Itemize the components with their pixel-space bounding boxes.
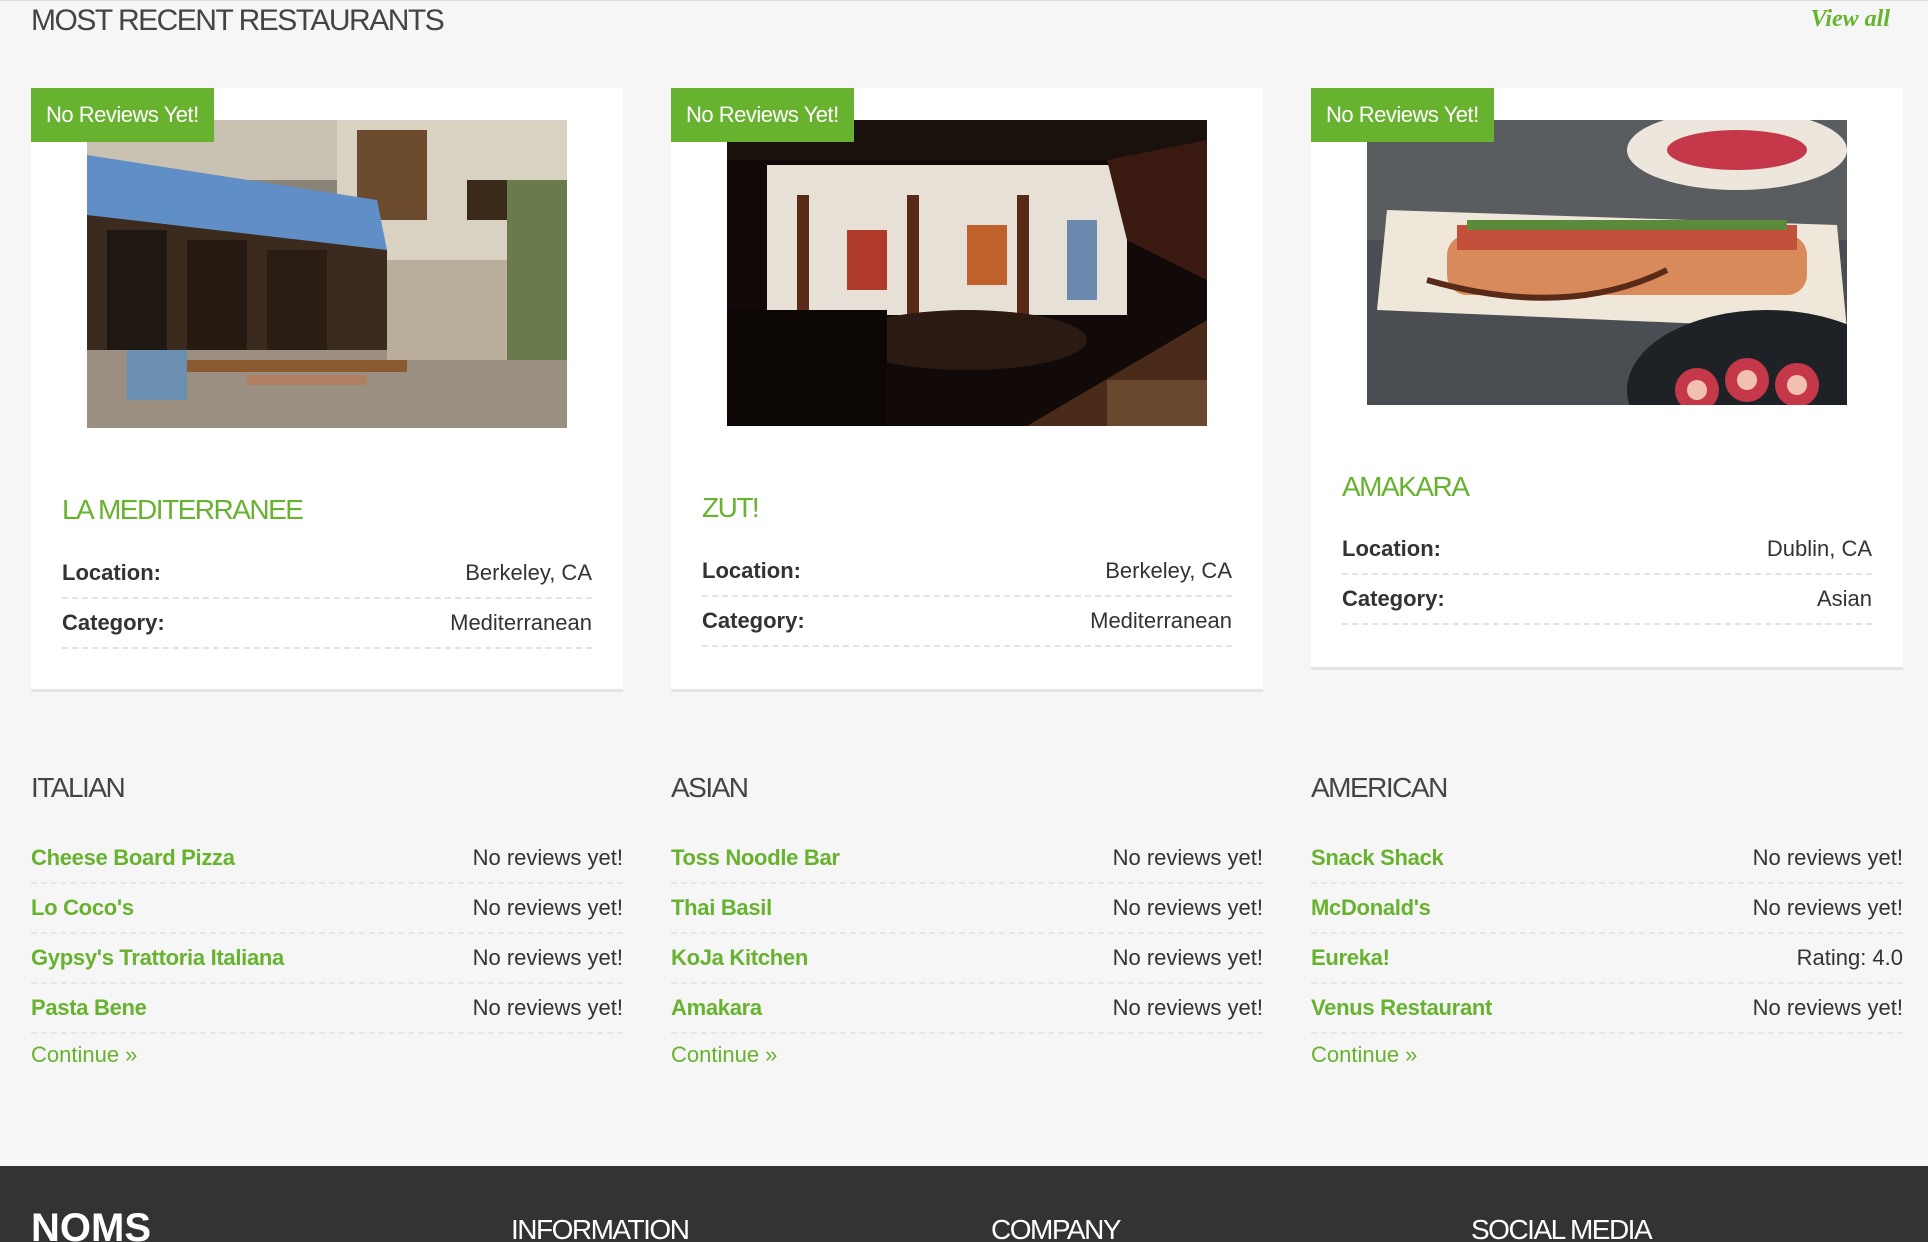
recent-restaurants-heading: MOST RECENT RESTAURANTS — [31, 4, 445, 37]
category-italian: ITALIAN Cheese Board Pizza No reviews ye… — [31, 772, 623, 1068]
continue-link[interactable]: Continue » — [1311, 1042, 1903, 1068]
restaurant-list: Cheese Board Pizza No reviews yet! Lo Co… — [31, 834, 623, 1034]
restaurant-card[interactable]: No Reviews Yet! ZUT! Location: Berkeley,… — [671, 88, 1263, 692]
footer-heading-company: COMPANY — [991, 1214, 1122, 1242]
category-row: Category: Mediterranean — [702, 597, 1232, 647]
location-label: Location: — [702, 558, 801, 583]
no-reviews-badge: No Reviews Yet! — [1311, 88, 1494, 142]
category-american: AMERICAN Snack Shack No reviews yet! McD… — [1311, 772, 1903, 1068]
footer-heading-information: INFORMATION — [511, 1214, 690, 1242]
location-row: Location: Berkeley, CA — [702, 547, 1232, 597]
dining-room-image — [727, 120, 1207, 426]
review-status: No reviews yet! — [472, 845, 623, 870]
restaurant-link[interactable]: Thai Basil — [671, 895, 772, 921]
location-row: Location: Dublin, CA — [1342, 525, 1872, 575]
location-value: Dublin, CA — [1766, 536, 1872, 561]
category-value: Asian — [1816, 586, 1872, 611]
review-status: No reviews yet! — [1112, 845, 1263, 870]
restaurant-link[interactable]: Eureka! — [1311, 945, 1390, 971]
restaurant-link[interactable]: Cheese Board Pizza — [31, 845, 235, 871]
review-status: No reviews yet! — [1112, 945, 1263, 970]
restaurant-link[interactable]: Toss Noodle Bar — [671, 845, 840, 871]
restaurant-meta: Location: Berkeley, CA Category: Mediter… — [702, 547, 1232, 647]
restaurant-card[interactable]: No Reviews Yet! LA MEDITERRANEE Location… — [31, 88, 623, 692]
restaurant-meta: Location: Berkeley, CA Category: Mediter… — [62, 549, 592, 649]
restaurant-link[interactable]: KoJa Kitchen — [671, 945, 808, 971]
list-item: Pasta Bene No reviews yet! — [31, 984, 623, 1034]
continue-link[interactable]: Continue » — [31, 1042, 623, 1068]
no-reviews-badge: No Reviews Yet! — [671, 88, 854, 142]
review-status: No reviews yet! — [472, 895, 623, 920]
restaurant-name[interactable]: LA MEDITERRANEE — [62, 494, 304, 526]
footer-logo[interactable]: NOMS — [31, 1206, 151, 1242]
category-row: Category: Asian — [1342, 575, 1872, 625]
restaurant-link[interactable]: McDonald's — [1311, 895, 1431, 921]
review-status: No reviews yet! — [1752, 995, 1903, 1020]
restaurant-card[interactable]: No Reviews Yet! AMAKARA Location: Dublin… — [1311, 88, 1903, 670]
location-label: Location: — [62, 560, 161, 585]
restaurant-name[interactable]: ZUT! — [702, 492, 760, 524]
restaurant-link[interactable]: Pasta Bene — [31, 995, 147, 1021]
no-reviews-badge: No Reviews Yet! — [31, 88, 214, 142]
restaurant-name[interactable]: AMAKARA — [1342, 471, 1470, 503]
review-status: Rating: 4.0 — [1796, 945, 1903, 970]
review-status: No reviews yet! — [1752, 895, 1903, 920]
review-status: No reviews yet! — [472, 995, 623, 1020]
category-label: Category: — [1342, 586, 1445, 611]
restaurant-meta: Location: Dublin, CA Category: Asian — [1342, 525, 1872, 625]
location-row: Location: Berkeley, CA — [62, 549, 592, 599]
category-title: AMERICAN — [1311, 772, 1448, 803]
category-value: Mediterranean — [1090, 608, 1232, 633]
restaurant-link[interactable]: Snack Shack — [1311, 845, 1444, 871]
location-label: Location: — [1342, 536, 1441, 561]
list-item: Toss Noodle Bar No reviews yet! — [671, 834, 1263, 884]
location-value: Berkeley, CA — [1105, 558, 1232, 583]
review-status: No reviews yet! — [1112, 995, 1263, 1020]
list-item: Cheese Board Pizza No reviews yet! — [31, 834, 623, 884]
continue-link[interactable]: Continue » — [671, 1042, 1263, 1068]
list-item: Amakara No reviews yet! — [671, 984, 1263, 1034]
category-asian: ASIAN Toss Noodle Bar No reviews yet! Th… — [671, 772, 1263, 1068]
list-item: KoJa Kitchen No reviews yet! — [671, 934, 1263, 984]
restaurant-link[interactable]: Venus Restaurant — [1311, 995, 1492, 1021]
list-item: Venus Restaurant No reviews yet! — [1311, 984, 1903, 1034]
restaurant-list: Snack Shack No reviews yet! McDonald's N… — [1311, 834, 1903, 1034]
restaurant-photo[interactable] — [1367, 120, 1847, 405]
restaurant-link[interactable]: Lo Coco's — [31, 895, 134, 921]
category-title: ITALIAN — [31, 772, 126, 803]
category-label: Category: — [702, 608, 805, 633]
restaurant-list: Toss Noodle Bar No reviews yet! Thai Bas… — [671, 834, 1263, 1034]
view-all-link[interactable]: View all — [1811, 6, 1890, 33]
list-item: Eureka! Rating: 4.0 — [1311, 934, 1903, 984]
category-value: Mediterranean — [450, 610, 592, 635]
list-item: McDonald's No reviews yet! — [1311, 884, 1903, 934]
restaurant-link[interactable]: Gypsy's Trattoria Italiana — [31, 945, 284, 971]
top-divider — [0, 0, 1928, 1]
list-item: Snack Shack No reviews yet! — [1311, 834, 1903, 884]
restaurant-photo[interactable] — [87, 120, 567, 428]
list-item: Gypsy's Trattoria Italiana No reviews ye… — [31, 934, 623, 984]
list-item: Lo Coco's No reviews yet! — [31, 884, 623, 934]
review-status: No reviews yet! — [1752, 845, 1903, 870]
site-footer: NOMS INFORMATION COMPANY SOCIAL MEDIA — [0, 1166, 1928, 1242]
sushi-roll-image — [1367, 120, 1847, 405]
restaurant-link[interactable]: Amakara — [671, 995, 762, 1021]
review-status: No reviews yet! — [472, 945, 623, 970]
list-item: Thai Basil No reviews yet! — [671, 884, 1263, 934]
category-label: Category: — [62, 610, 165, 635]
review-status: No reviews yet! — [1112, 895, 1263, 920]
location-value: Berkeley, CA — [465, 560, 592, 585]
restaurant-photo[interactable] — [727, 120, 1207, 426]
category-row: Category: Mediterranean — [62, 599, 592, 649]
cafe-storefront-image — [87, 120, 567, 428]
footer-heading-social-media: SOCIAL MEDIA — [1471, 1214, 1653, 1242]
category-title: ASIAN — [671, 772, 749, 803]
